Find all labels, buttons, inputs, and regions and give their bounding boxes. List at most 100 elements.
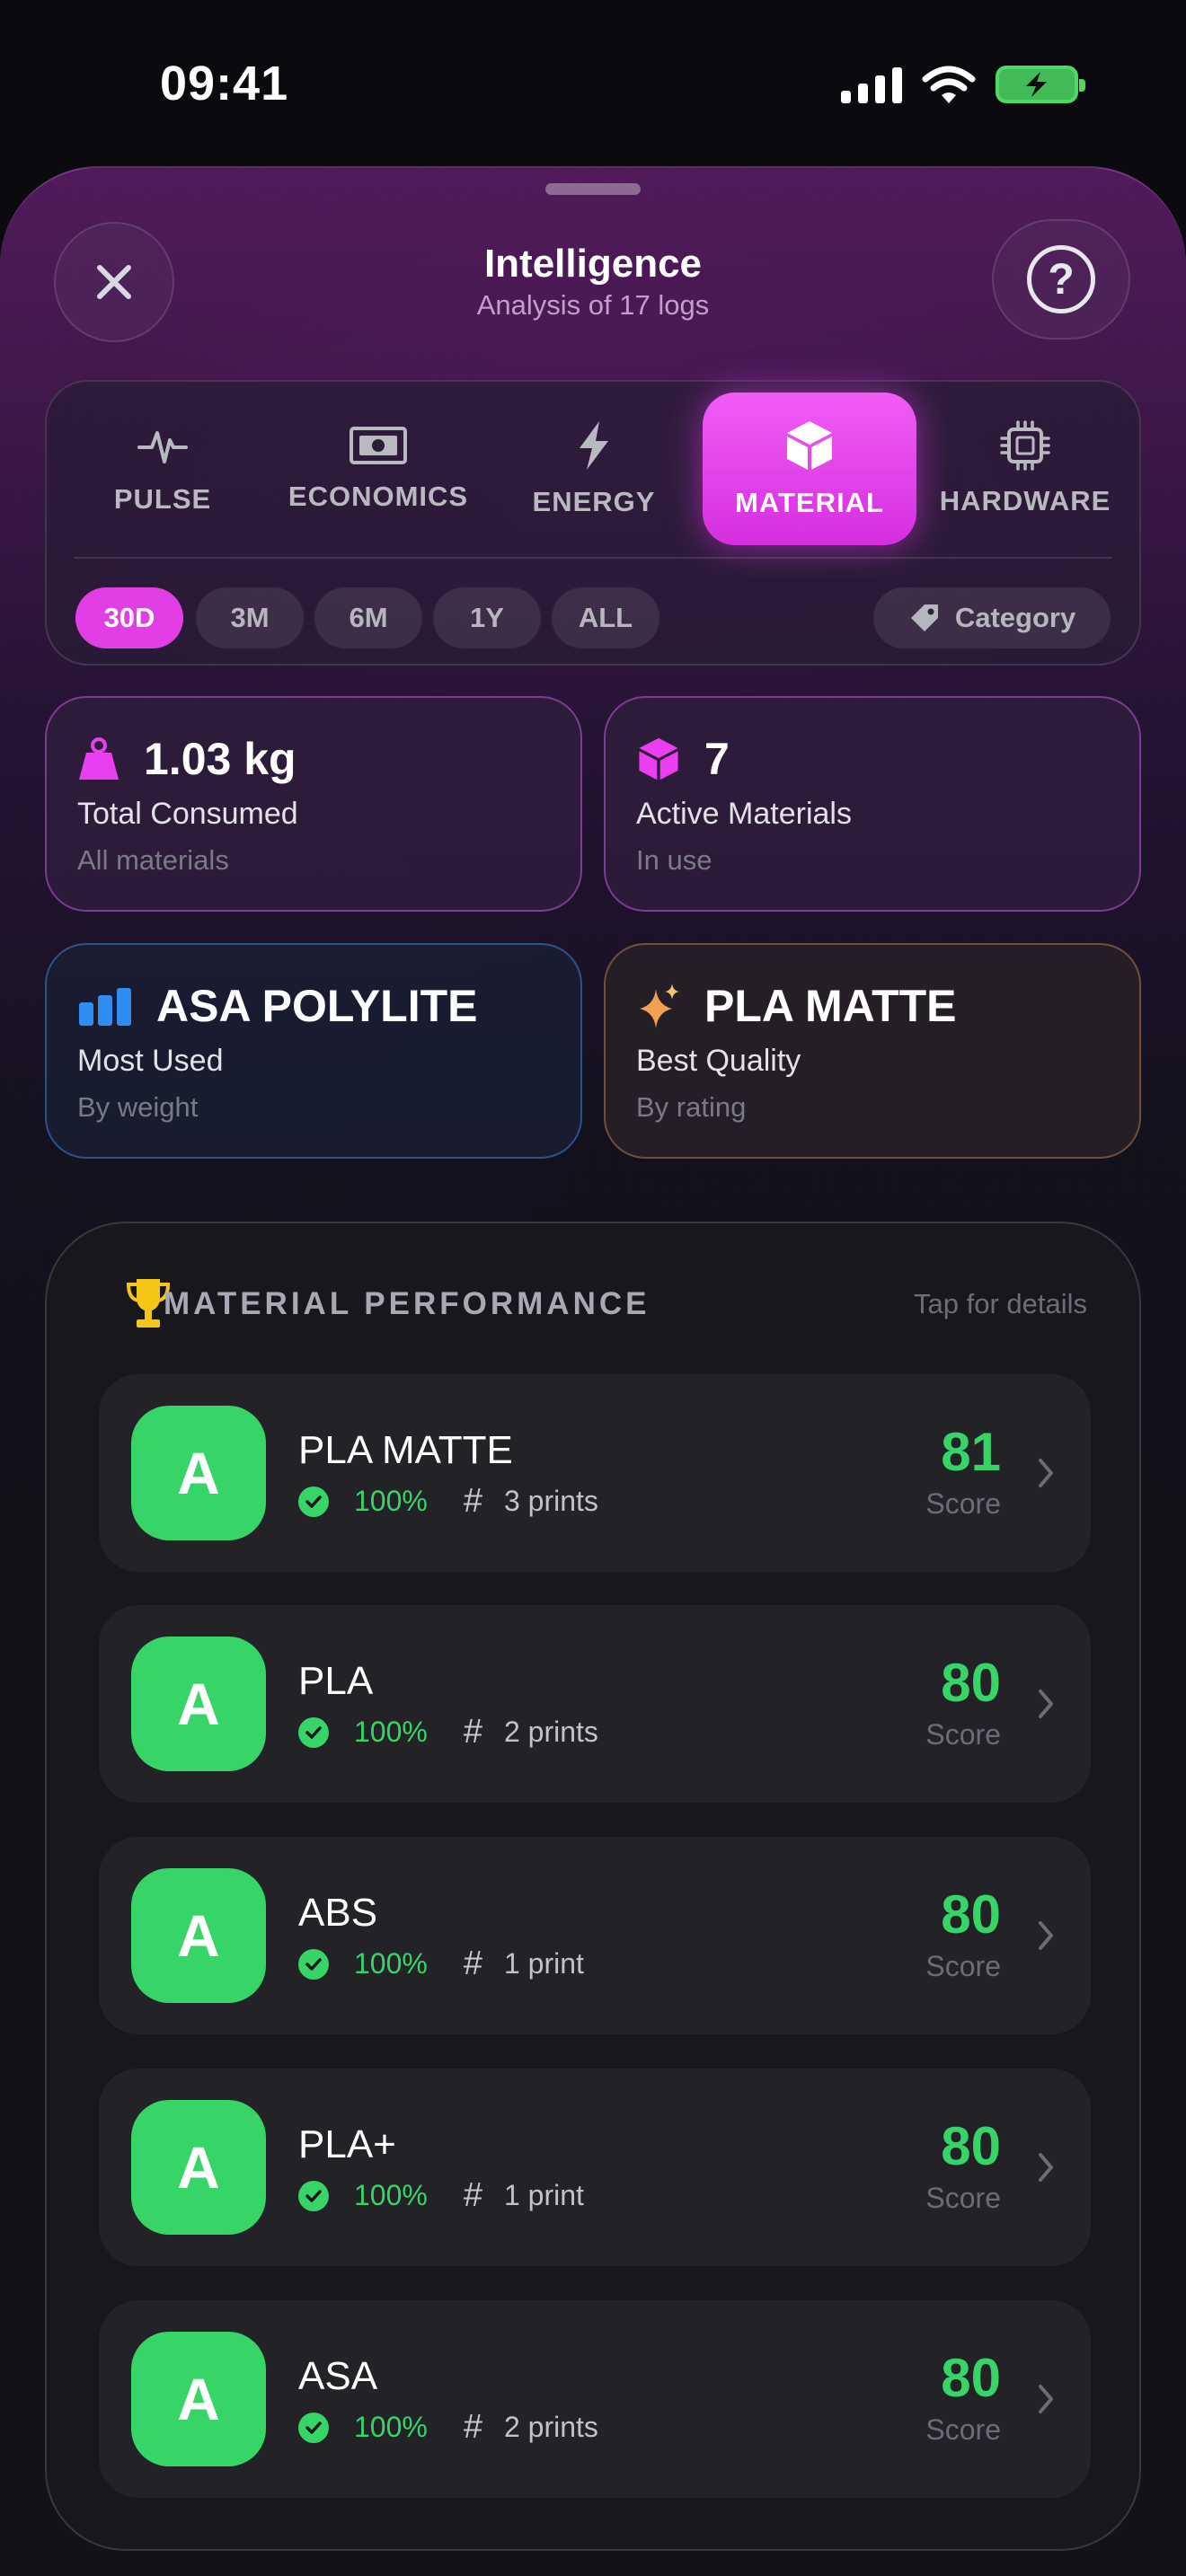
stat-value: ASA POLYLITE: [156, 981, 478, 1031]
stat-sub: In use: [636, 844, 712, 876]
checkmark-circle-icon: [298, 1486, 329, 1517]
stat-sub: By weight: [77, 1091, 199, 1123]
success-rate: 100%: [354, 1947, 428, 1980]
sparkles-icon: [640, 984, 679, 1028]
print-count: 2 prints: [503, 1716, 598, 1748]
weight-icon: [79, 737, 119, 780]
material-meta: 100% # 1 print: [298, 2176, 584, 2215]
battery-charging-icon: [996, 66, 1085, 103]
chevron-right-icon: [1039, 1689, 1053, 1718]
cube-icon: [787, 421, 832, 470]
range-chip-all[interactable]: ALL: [552, 587, 659, 648]
stat-label: Active Materials: [636, 797, 852, 831]
status-bar: 09:41: [0, 0, 1186, 171]
score-value: 80: [941, 2348, 1001, 2408]
sheet-grabber[interactable]: [545, 183, 641, 195]
stat-card-total-consumed: 1.03 kg Total Consumed All materials: [45, 696, 582, 912]
tab-economics[interactable]: ECONOMICS: [271, 393, 485, 545]
material-row[interactable]: A PLA MATTE 100% # 3 prints 81 Score: [99, 1374, 1091, 1572]
section-title: MATERIAL PERFORMANCE: [164, 1286, 651, 1321]
material-name: ASA: [298, 2354, 378, 2398]
tab-material[interactable]: MATERIAL: [703, 393, 916, 545]
grade-badge: A: [131, 1636, 266, 1771]
stat-value: PLA MATTE: [704, 981, 957, 1031]
tap-hint: Tap for details: [914, 1288, 1087, 1319]
range-chip-30d[interactable]: 30D: [75, 587, 183, 648]
tab-panel: PULSE ECONOMICS ENERGY MATERIAL HARDWARE…: [45, 380, 1141, 666]
stat-label: Most Used: [77, 1044, 224, 1078]
material-name: PLA: [298, 1659, 374, 1703]
material-meta: 100% # 2 prints: [298, 1713, 598, 1751]
material-performance-card: MATERIAL PERFORMANCE Tap for details A P…: [45, 1222, 1141, 2551]
divider: [74, 557, 1112, 559]
material-name: PLA+: [298, 2122, 396, 2166]
print-count: 2 prints: [503, 2411, 598, 2443]
number-sign-icon: #: [463, 2176, 482, 2214]
score-label: Score: [925, 1718, 1001, 1751]
banknote-icon: [350, 427, 407, 464]
score-value: 80: [941, 1653, 1001, 1713]
tab-energy[interactable]: ENERGY: [487, 393, 701, 545]
tab-label: MATERIAL: [735, 487, 884, 518]
score-value: 81: [941, 1422, 1001, 1482]
stat-card-best-quality: PLA MATTE Best Quality By rating: [604, 943, 1141, 1159]
stat-sub: All materials: [77, 844, 229, 876]
cube-icon: [639, 737, 678, 781]
tab-label: HARDWARE: [939, 485, 1111, 516]
material-meta: 100% # 1 print: [298, 1945, 584, 1983]
material-row[interactable]: A ASA 100% # 2 prints 80 Score: [99, 2300, 1091, 2498]
score-label: Score: [925, 2413, 1001, 2446]
material-row[interactable]: A ABS 100% # 1 print 80 Score: [99, 1837, 1091, 2034]
score-label: Score: [925, 2182, 1001, 2214]
chevron-right-icon: [1039, 2153, 1053, 2182]
category-label: Category: [954, 602, 1076, 633]
number-sign-icon: #: [463, 1482, 482, 1520]
stat-value: 7: [704, 734, 730, 784]
help-button[interactable]: ?: [992, 219, 1130, 340]
stat-label: Total Consumed: [77, 797, 298, 831]
material-name: ABS: [298, 1891, 378, 1935]
tab-label: ECONOMICS: [288, 481, 469, 512]
material-row[interactable]: A PLA+ 100% # 1 print 80 Score: [99, 2069, 1091, 2266]
score-label: Score: [925, 1487, 1001, 1520]
status-icons: [841, 65, 1085, 104]
success-rate: 100%: [354, 2411, 428, 2443]
grade-badge: A: [131, 1406, 266, 1540]
category-filter-button[interactable]: Category: [873, 587, 1111, 648]
stat-value: 1.03 kg: [144, 734, 296, 784]
range-chip-3m[interactable]: 3M: [196, 587, 304, 648]
stat-card-active-materials: 7 Active Materials In use: [604, 696, 1141, 912]
success-rate: 100%: [354, 2179, 428, 2211]
grade-badge: A: [131, 1868, 266, 2003]
tag-icon: [910, 604, 938, 631]
success-rate: 100%: [354, 1716, 428, 1748]
bolt-icon: [580, 421, 608, 470]
material-row[interactable]: A PLA 100% # 2 prints 80 Score: [99, 1605, 1091, 1803]
number-sign-icon: #: [463, 2408, 482, 2446]
range-chip-1y[interactable]: 1Y: [433, 587, 541, 648]
bar-chart-icon: [79, 988, 131, 1026]
screen: 09:41 Intelligence Analysis of 17 logs ?…: [0, 0, 1186, 2576]
tab-hardware[interactable]: HARDWARE: [918, 393, 1132, 545]
question-icon: ?: [1027, 245, 1095, 313]
print-count: 1 print: [503, 2179, 584, 2211]
tab-pulse[interactable]: PULSE: [56, 393, 270, 545]
print-count: 3 prints: [503, 1485, 598, 1517]
checkmark-circle-icon: [298, 2180, 329, 2211]
tab-label: ENERGY: [532, 486, 656, 517]
number-sign-icon: #: [463, 1945, 482, 1982]
number-sign-icon: #: [463, 1713, 482, 1751]
stat-label: Best Quality: [636, 1044, 801, 1078]
score-value: 80: [941, 2116, 1001, 2176]
chevron-right-icon: [1039, 1921, 1053, 1950]
grade-badge: A: [131, 2100, 266, 2235]
checkmark-circle-icon: [298, 1948, 329, 1980]
cellular-signal-icon: [841, 66, 902, 103]
checkmark-circle-icon: [298, 1716, 329, 1748]
grade-badge: A: [131, 2332, 266, 2466]
score-label: Score: [925, 1950, 1001, 1982]
chevron-right-icon: [1039, 2385, 1053, 2413]
wifi-icon: [922, 66, 976, 103]
material-meta: 100% # 2 prints: [298, 2408, 598, 2447]
range-chip-6m[interactable]: 6M: [314, 587, 422, 648]
